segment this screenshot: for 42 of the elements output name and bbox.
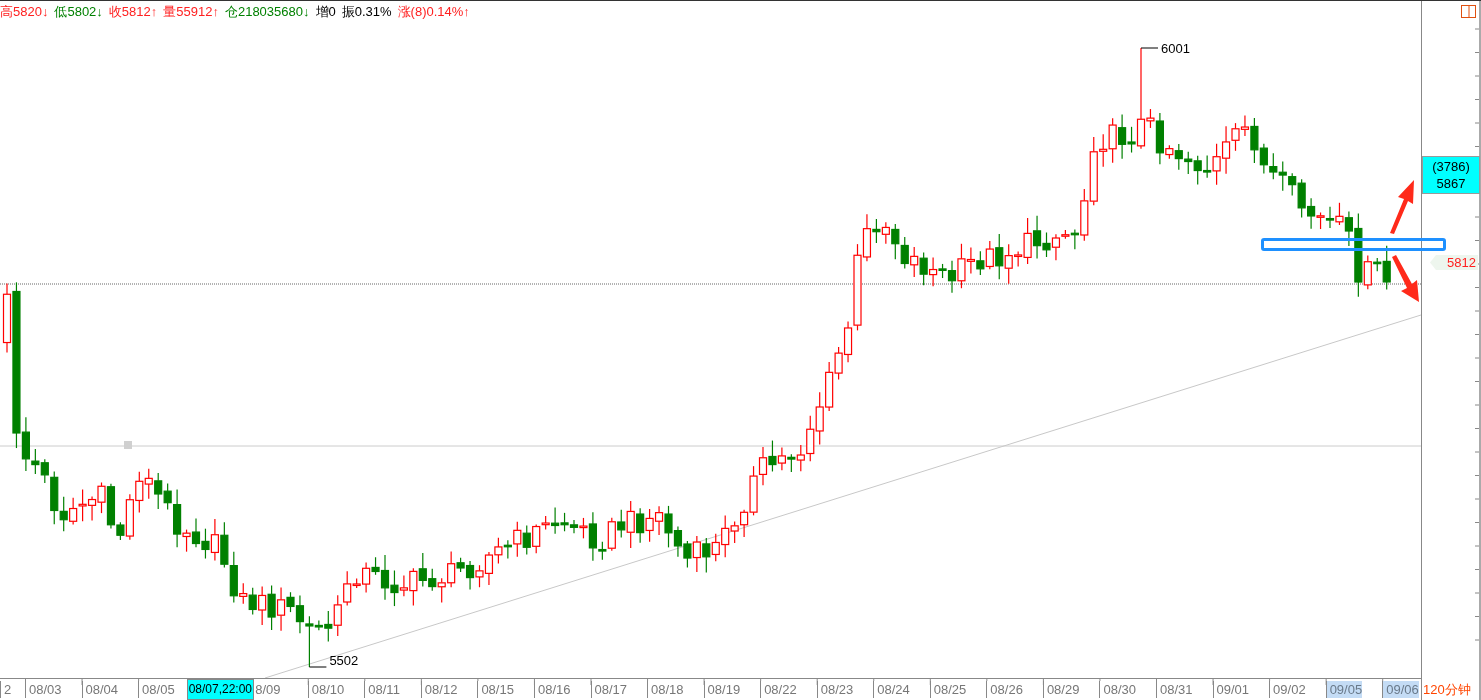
quote-stat: 振0.31% — [341, 2, 392, 21]
quote-stat: 涨(8)0.14%↑ — [397, 2, 470, 21]
date-label: 09/05 — [1325, 681, 1363, 698]
date-label: 08/10 — [307, 681, 345, 698]
date-label: 08/12 — [420, 681, 458, 698]
last-price-tag: 5812 — [1430, 255, 1478, 270]
leader-line — [1140, 47, 1159, 49]
high-price-label: 6001 — [1161, 41, 1190, 56]
quote-stat: 仓218035680↓ — [224, 2, 310, 21]
date-label: 09/01 — [1212, 681, 1250, 698]
date-label: 08/17 — [590, 681, 628, 698]
date-label: 08/23 — [816, 681, 854, 698]
date-label: 08/16 — [533, 681, 571, 698]
date-label: 08/25 — [929, 681, 967, 698]
quote-stat: 增0 — [315, 2, 336, 21]
cursor-volume: (3786) — [1432, 158, 1470, 175]
quote-stat: 低5802↓ — [54, 2, 103, 21]
date-label: 08/15 — [477, 681, 514, 698]
period-label[interactable]: 120分钟 — [1423, 681, 1471, 699]
layout-icon[interactable] — [1461, 5, 1476, 18]
cursor-time-label: 08/07,22:00 — [186, 679, 255, 700]
quote-stat: 高5820↓ — [0, 2, 49, 21]
date-label: 09/06 — [1382, 681, 1419, 698]
quote-stat: 收5812↑ — [108, 2, 158, 21]
date-label: 08/11 — [364, 681, 400, 698]
date-label: 08/26 — [986, 681, 1023, 698]
low-price-label: 5502 — [329, 653, 359, 668]
date-label: 08/04 — [81, 681, 119, 698]
date-label: 08/19 — [703, 681, 741, 698]
cursor-price: 5867 — [1436, 175, 1466, 192]
date-label: 08/24 — [873, 681, 910, 698]
up-arrow-icon — [1390, 180, 1414, 234]
date-label: 08/29 — [1042, 681, 1080, 698]
date-label: 08/18 — [647, 681, 684, 698]
date-label: 09/02 — [1269, 681, 1306, 698]
leader-line — [308, 666, 327, 668]
date-label: 2 — [0, 681, 12, 698]
quote-stat: 量55912↑ — [163, 2, 219, 21]
date-label: 08/05 — [138, 681, 175, 698]
date-label: 08/22 — [760, 681, 797, 698]
date-label: 08/30 — [1099, 681, 1136, 698]
down-arrow-icon — [1392, 255, 1419, 302]
